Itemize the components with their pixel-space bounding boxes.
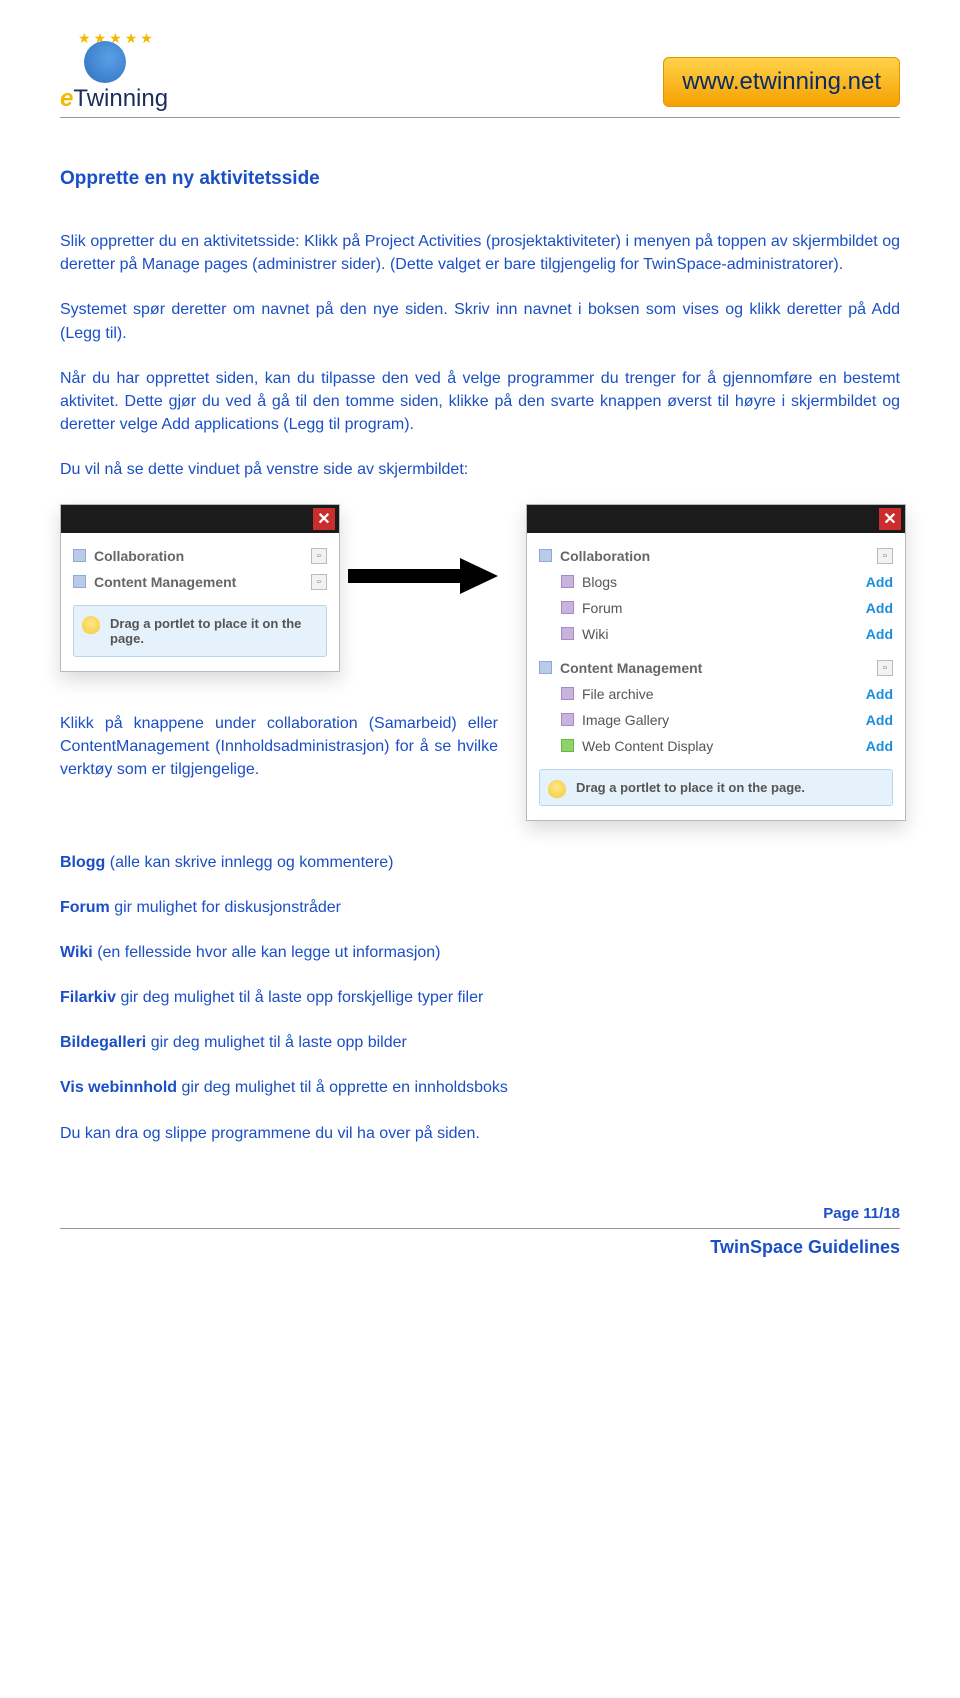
paragraph-2: Systemet spør deretter om navnet på den … — [60, 298, 900, 344]
panel-titlebar: ✕ — [527, 505, 905, 533]
portlet-icon — [561, 627, 574, 640]
category-content-management[interactable]: Content Management ▫ — [73, 569, 327, 595]
category-label: Collaboration — [560, 548, 650, 564]
category-label: Content Management — [560, 660, 702, 676]
portlet-icon — [561, 713, 574, 726]
logo-people-icon — [84, 41, 126, 83]
logo-rest: Twinning — [73, 85, 168, 112]
portlet-blogs: Blogs Add — [539, 569, 893, 595]
category-label: Content Management — [94, 574, 236, 590]
document-header: ★ ★ ★ ★ ★ eTwinning www.etwinning.net — [60, 30, 900, 118]
term: Bildegalleri — [60, 1034, 146, 1051]
portlet-icon — [561, 601, 574, 614]
expand-icon[interactable]: ▫ — [311, 574, 327, 590]
paragraph-5: Klikk på knappene under collaboration (S… — [60, 712, 498, 782]
desc-blog: Blogg (alle kan skrive innlegg og kommen… — [60, 851, 900, 874]
portlet-panel-collapsed: ✕ Collaboration ▫ — [60, 504, 340, 672]
desc-drag: Du kan dra og slippe programmene du vil … — [60, 1122, 900, 1145]
term: Vis webinnhold — [60, 1079, 177, 1096]
portlet-label: Forum — [582, 600, 622, 616]
desc-wiki: Wiki (en fellesside hvor alle kan legge … — [60, 941, 900, 964]
term: Filarkiv — [60, 989, 116, 1006]
term-desc: gir mulighet for diskusjonstråder — [110, 899, 341, 916]
paragraph-3: Når du har opprettet siden, kan du tilpa… — [60, 367, 900, 437]
desc-forum: Forum gir mulighet for diskusjonstråder — [60, 896, 900, 919]
portlet-icon — [561, 739, 574, 752]
term-desc: (en fellesside hvor alle kan legge ut in… — [93, 944, 441, 961]
figures-row: ✕ Collaboration ▫ — [60, 504, 900, 821]
star-icon: ★ — [125, 30, 138, 47]
bulb-icon — [82, 616, 100, 634]
portlet-image-gallery: Image Gallery Add — [539, 707, 893, 733]
desc-image-gallery: Bildegalleri gir deg mulighet til å last… — [60, 1031, 900, 1054]
tip-box: Drag a portlet to place it on the page. — [73, 605, 327, 657]
add-button[interactable]: Add — [866, 574, 893, 590]
paragraph-1: Slik oppretter du en aktivitetsside: Kli… — [60, 230, 900, 276]
tip-text: Drag a portlet to place it on the page. — [110, 616, 301, 646]
bulb-icon — [548, 780, 566, 798]
page-title: Opprette en ny aktivitetsside — [60, 168, 900, 190]
collapse-icon[interactable]: ▫ — [877, 548, 893, 564]
star-icon: ★ — [140, 30, 153, 47]
close-icon[interactable]: ✕ — [879, 508, 901, 530]
add-button[interactable]: Add — [866, 686, 893, 702]
category-icon — [539, 549, 552, 562]
term-desc: gir deg mulighet til å opprette en innho… — [177, 1079, 508, 1096]
portlet-icon — [561, 575, 574, 588]
desc-web-content: Vis webinnhold gir deg mulighet til å op… — [60, 1076, 900, 1099]
term-desc: gir deg mulighet til å laste opp bilder — [146, 1034, 407, 1051]
collapse-icon[interactable]: ▫ — [877, 660, 893, 676]
close-icon[interactable]: ✕ — [313, 508, 335, 530]
portlet-panel-expanded: ✕ Collaboration ▫ Blogs Add — [526, 504, 906, 821]
portlet-label: File archive — [582, 686, 654, 702]
add-button[interactable]: Add — [866, 738, 893, 754]
portlet-file-archive: File archive Add — [539, 681, 893, 707]
arrow-icon — [348, 564, 498, 588]
term: Wiki — [60, 944, 93, 961]
category-collaboration[interactable]: Collaboration ▫ — [73, 543, 327, 569]
term: Forum — [60, 899, 110, 916]
expand-icon[interactable]: ▫ — [311, 548, 327, 564]
portlet-icon — [561, 687, 574, 700]
paragraph-4: Du vil nå se dette vinduet på venstre si… — [60, 458, 900, 481]
category-icon — [73, 549, 86, 562]
page-footer: Page 11/18 TwinSpace Guidelines — [60, 1205, 900, 1258]
term-desc: (alle kan skrive innlegg og kommentere) — [105, 854, 393, 871]
portlet-label: Image Gallery — [582, 712, 669, 728]
portlet-label: Wiki — [582, 626, 608, 642]
portlet-label: Blogs — [582, 574, 617, 590]
panel-titlebar: ✕ — [61, 505, 339, 533]
category-icon — [539, 661, 552, 674]
category-icon — [73, 575, 86, 588]
logo-e: e — [60, 85, 73, 112]
footer-title: TwinSpace Guidelines — [60, 1237, 900, 1258]
portlet-forum: Forum Add — [539, 595, 893, 621]
add-button[interactable]: Add — [866, 712, 893, 728]
category-collaboration[interactable]: Collaboration ▫ — [539, 543, 893, 569]
portlet-label: Web Content Display — [582, 738, 713, 754]
tip-box: Drag a portlet to place it on the page. — [539, 769, 893, 806]
portlet-web-content-display: Web Content Display Add — [539, 733, 893, 759]
star-icon: ★ — [78, 30, 91, 47]
etwinning-logo: ★ ★ ★ ★ ★ eTwinning — [60, 30, 168, 113]
desc-filearchive: Filarkiv gir deg mulighet til å laste op… — [60, 986, 900, 1009]
page-number: Page 11/18 — [60, 1205, 900, 1222]
category-content-management[interactable]: Content Management ▫ — [539, 655, 893, 681]
portlet-wiki: Wiki Add — [539, 621, 893, 647]
site-url-badge: www.etwinning.net — [663, 57, 900, 107]
term: Blogg — [60, 854, 105, 871]
tip-text: Drag a portlet to place it on the page. — [576, 780, 805, 795]
add-button[interactable]: Add — [866, 600, 893, 616]
category-label: Collaboration — [94, 548, 184, 564]
term-desc: gir deg mulighet til å laste opp forskje… — [116, 989, 483, 1006]
logo-text: eTwinning — [60, 85, 168, 113]
add-button[interactable]: Add — [866, 626, 893, 642]
